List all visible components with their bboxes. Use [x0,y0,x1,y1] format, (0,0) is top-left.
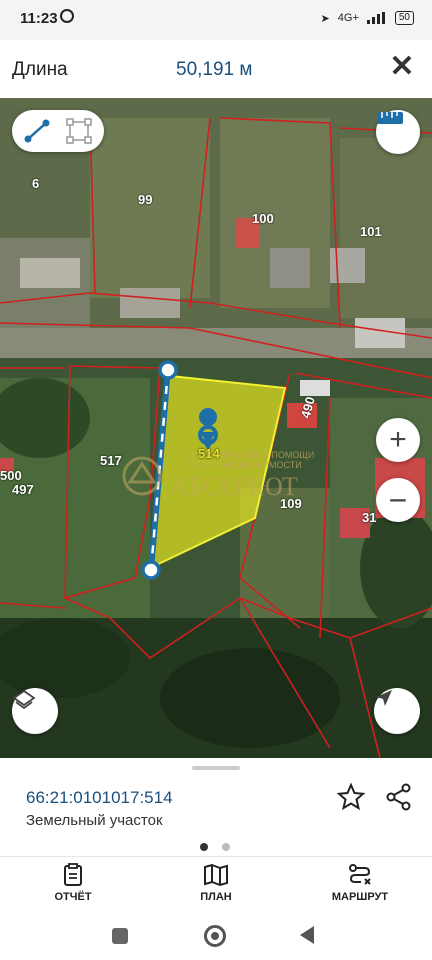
home-button[interactable] [204,925,226,947]
system-navigation-bar [0,912,432,960]
measure-value: 50,191 м [176,59,253,80]
ruler-icon [377,112,403,124]
watermark-line-2: ЦЕНТР НЕДВИЖИМОСТИ [190,460,302,470]
plot-label: 517 [100,453,122,468]
plot-label: 6 [32,176,40,191]
plot-label: 101 [360,224,382,239]
network-label: 4G+ [337,12,359,24]
nav-report[interactable]: ОТЧЁТ [18,863,128,903]
battery-indicator: 50 [394,11,414,25]
layers-button[interactable] [12,688,58,734]
navigation-arrow-icon [376,690,392,706]
area-tool-button[interactable] [64,117,94,145]
status-icons: ➤ 4G+ 50 [321,11,414,25]
watermark-line-1: ЦЕНТР ПРАВОВОЙ ПОМОЩИ [186,450,315,460]
close-button[interactable]: ✕ [386,52,418,84]
nav-plan[interactable]: ПЛАН [161,863,271,903]
plot-label: 100 [252,211,274,226]
line-measure-icon [24,119,50,143]
my-location-button[interactable] [374,688,420,734]
bottom-navigation: ОТЧЁТ ПЛАН МАРШРУТ [0,856,432,913]
status-time: 11:23 [20,10,58,27]
route-icon [349,864,371,885]
map-view[interactable]: 6 99 100 101 490 517 514 500 497 109 31 … [0,98,432,758]
close-icon: ✕ [389,50,415,83]
signal-icon [366,12,387,24]
location-icon: ➤ [320,12,330,25]
satellite-map [0,98,432,758]
line-tool-button[interactable] [22,117,52,145]
nav-report-label: ОТЧЁТ [54,891,92,903]
favorite-button[interactable] [336,782,366,812]
watermark-brand: АБСОЛЮТ [170,472,298,501]
watermark-logo: ЦЕНТР ПРАВОВОЙ ПОМОЩИ ЦЕНТР НЕДВИЖИМОСТИ… [120,450,340,510]
recent-apps-button[interactable] [112,928,128,944]
page-dot-active [200,843,208,851]
parcel-type: Земельный участок [26,812,163,829]
plot-label: 497 [12,482,34,497]
layers-icon [12,689,36,710]
back-button[interactable] [300,926,314,944]
cadastral-number: 66:21:0101017:514 [26,788,173,807]
measure-tool-selector [12,110,104,152]
map-icon [204,863,228,887]
parcel-info-panel[interactable]: 66:21:0101017:514 Земельный участок [0,758,432,856]
status-bar: 11:23 ➤ 4G+ 50 [0,0,432,40]
share-icon [386,783,411,811]
drag-handle[interactable] [192,766,240,770]
report-icon [64,863,82,886]
zoom-out-button[interactable]: − [376,478,420,522]
measure-header: Длина 50,191 м ✕ [0,40,432,99]
nav-route[interactable]: МАРШРУТ [305,863,415,903]
plot-label: 31 [362,510,377,525]
ruler-button[interactable] [376,110,420,154]
measure-label: Длина [12,59,68,80]
nav-plan-label: ПЛАН [200,891,232,903]
plot-label: 500 [0,468,22,483]
nav-route-label: МАРШРУТ [331,891,389,903]
minus-icon: − [388,481,408,518]
zoom-in-button[interactable]: + [376,418,420,462]
plus-icon: + [389,423,407,456]
alarm-icon [60,9,74,23]
area-measure-icon [66,118,92,144]
share-button[interactable] [384,782,414,812]
page-dot [222,843,230,851]
page-indicator [200,838,244,856]
plot-label: 99 [138,192,153,207]
star-icon [336,782,366,811]
